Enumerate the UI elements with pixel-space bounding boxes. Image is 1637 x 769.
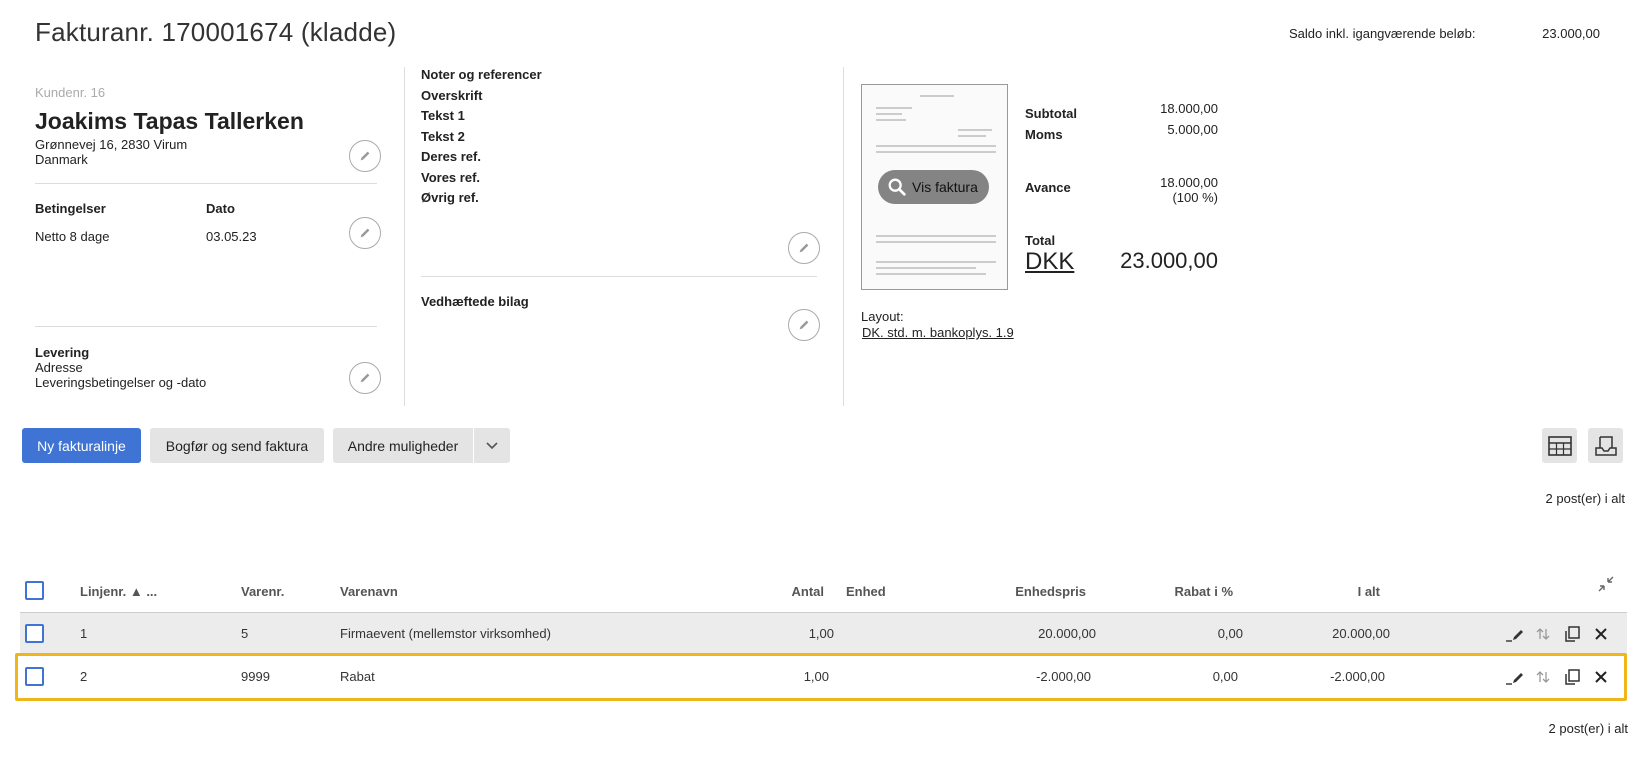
divider [421, 276, 817, 277]
pencil-icon [360, 373, 370, 383]
delivery-conditions: Leveringsbetingelser og -dato [35, 375, 207, 390]
avance-label: Avance [1025, 180, 1071, 195]
total-label: Total [1025, 233, 1056, 248]
col-antal[interactable]: Antal [792, 584, 825, 599]
total-value: 23.000,00 [1120, 248, 1218, 273]
notes-tekst1: Tekst 1 [421, 108, 465, 123]
pencil-icon [360, 151, 370, 161]
cell-varenr: 9999 [241, 669, 270, 684]
col-enhed[interactable]: Enhed [846, 584, 886, 599]
notes-vores-ref: Vores ref. [421, 170, 481, 185]
table-view-button[interactable] [1542, 428, 1577, 463]
subtotal-value: 18.000,00 [1160, 101, 1218, 116]
date-label: Dato [206, 201, 235, 216]
edit-notes-button[interactable] [788, 232, 820, 264]
book-and-send-button[interactable]: Bogfør og send faktura [150, 428, 324, 463]
pencil-icon [799, 320, 809, 330]
edit-row-icon[interactable] [1505, 667, 1525, 687]
other-options-button[interactable]: Andre muligheder [333, 428, 473, 463]
tray-icon [1594, 435, 1617, 456]
select-all-checkbox[interactable] [25, 581, 44, 600]
cell-enhedspris: -2.000,00 [1036, 669, 1091, 684]
row-checkbox[interactable] [25, 667, 44, 686]
divider [35, 326, 377, 327]
customer-address: Grønnevej 16, 2830 Virum [35, 137, 188, 152]
collapse-icon[interactable] [1596, 574, 1616, 594]
table-icon [1547, 435, 1572, 456]
record-count-top: 2 post(er) i alt [1545, 491, 1625, 506]
subtotal-label: Subtotal [1025, 106, 1077, 121]
search-icon [888, 178, 906, 196]
notes-tekst2: Tekst 2 [421, 129, 465, 144]
cell-antal: 1,00 [803, 669, 829, 684]
layout-label: Layout: [861, 309, 904, 324]
col-varenavn[interactable]: Varenavn [340, 584, 398, 599]
new-invoice-line-button[interactable]: Ny fakturalinje [22, 428, 141, 463]
column-divider [404, 67, 405, 406]
layout-link[interactable]: DK. std. m. bankoplys. 1.9 [862, 325, 1014, 340]
cell-enhedspris: 20.000,00 [1038, 626, 1096, 641]
terms-label: Betingelser [35, 201, 106, 216]
move-row-icon[interactable] [1533, 667, 1553, 687]
table-row[interactable]: 2 9999 Rabat 1,00 -2.000,00 0,00 -2.000,… [15, 653, 1627, 701]
edit-terms-button[interactable] [349, 217, 381, 249]
col-enhedspris[interactable]: Enhedspris [1015, 584, 1086, 599]
currency-link[interactable]: DKK [1025, 248, 1074, 276]
export-button[interactable] [1588, 428, 1623, 463]
delivery-address: Adresse [35, 360, 83, 375]
cell-ialt: 20.000,00 [1332, 626, 1390, 641]
delete-row-icon[interactable] [1591, 624, 1611, 644]
notes-heading: Noter og referencer [421, 67, 542, 82]
customer-name: Joakims Tapas Tallerken [35, 108, 304, 134]
customer-country: Danmark [35, 152, 88, 167]
pencil-icon [360, 228, 370, 238]
cell-rabat: 0,00 [1217, 626, 1243, 641]
edit-attachments-button[interactable] [788, 309, 820, 341]
moms-label: Moms [1025, 127, 1063, 142]
copy-row-icon[interactable] [1562, 667, 1582, 687]
terms-value: Netto 8 dage [35, 229, 110, 244]
col-linjenr[interactable]: Linjenr. ▲ ... [80, 584, 157, 599]
cell-linjenr: 2 [80, 669, 88, 684]
divider [35, 183, 377, 184]
attachments-label: Vedhæftede bilag [421, 294, 529, 309]
edit-customer-button[interactable] [349, 140, 381, 172]
cell-linjenr: 1 [80, 626, 88, 641]
customer-number: Kundenr. 16 [35, 85, 106, 100]
row-checkbox[interactable] [25, 624, 44, 643]
other-options-dropdown[interactable] [474, 428, 510, 463]
table-row[interactable]: 1 5 Firmaevent (mellemstor virksomhed) 1… [20, 612, 1627, 654]
pencil-icon [799, 243, 809, 253]
col-ialt[interactable]: I alt [1358, 584, 1380, 599]
saldo-label: Saldo inkl. igangværende beløb: [1289, 26, 1476, 41]
cell-varenr: 5 [241, 626, 249, 641]
view-invoice-label: Vis faktura [912, 179, 978, 195]
edit-delivery-button[interactable] [349, 362, 381, 394]
notes-overskrift: Overskrift [421, 88, 483, 103]
moms-value: 5.000,00 [1167, 122, 1218, 137]
notes-deres-ref: Deres ref. [421, 149, 481, 164]
date-value: 03.05.23 [206, 229, 257, 244]
notes-ovrig-ref: Øvrig ref. [421, 190, 479, 205]
record-count-bottom: 2 post(er) i alt [1548, 721, 1628, 736]
delete-row-icon[interactable] [1591, 667, 1611, 687]
edit-row-icon[interactable] [1505, 624, 1525, 644]
cell-varenavn: Firmaevent (mellemstor virksomhed) [340, 626, 551, 641]
view-invoice-button[interactable]: Vis faktura [878, 170, 989, 204]
page-title: Fakturanr. 170001674 (kladde) [35, 17, 397, 47]
column-divider [843, 67, 844, 406]
move-row-icon[interactable] [1533, 624, 1553, 644]
saldo-value: 23.000,00 [1542, 26, 1600, 41]
avance-value: 18.000,00 [1160, 175, 1218, 190]
copy-row-icon[interactable] [1562, 624, 1582, 644]
col-rabat[interactable]: Rabat i % [1174, 584, 1233, 599]
cell-ialt: -2.000,00 [1330, 669, 1385, 684]
cell-rabat: 0,00 [1212, 669, 1238, 684]
delivery-label: Levering [35, 345, 90, 360]
cell-varenavn: Rabat [340, 669, 375, 684]
chevron-down-icon [486, 441, 498, 449]
avance-percent: (100 %) [1172, 190, 1218, 205]
cell-antal: 1,00 [808, 626, 834, 641]
col-varenr[interactable]: Varenr. [241, 584, 284, 599]
